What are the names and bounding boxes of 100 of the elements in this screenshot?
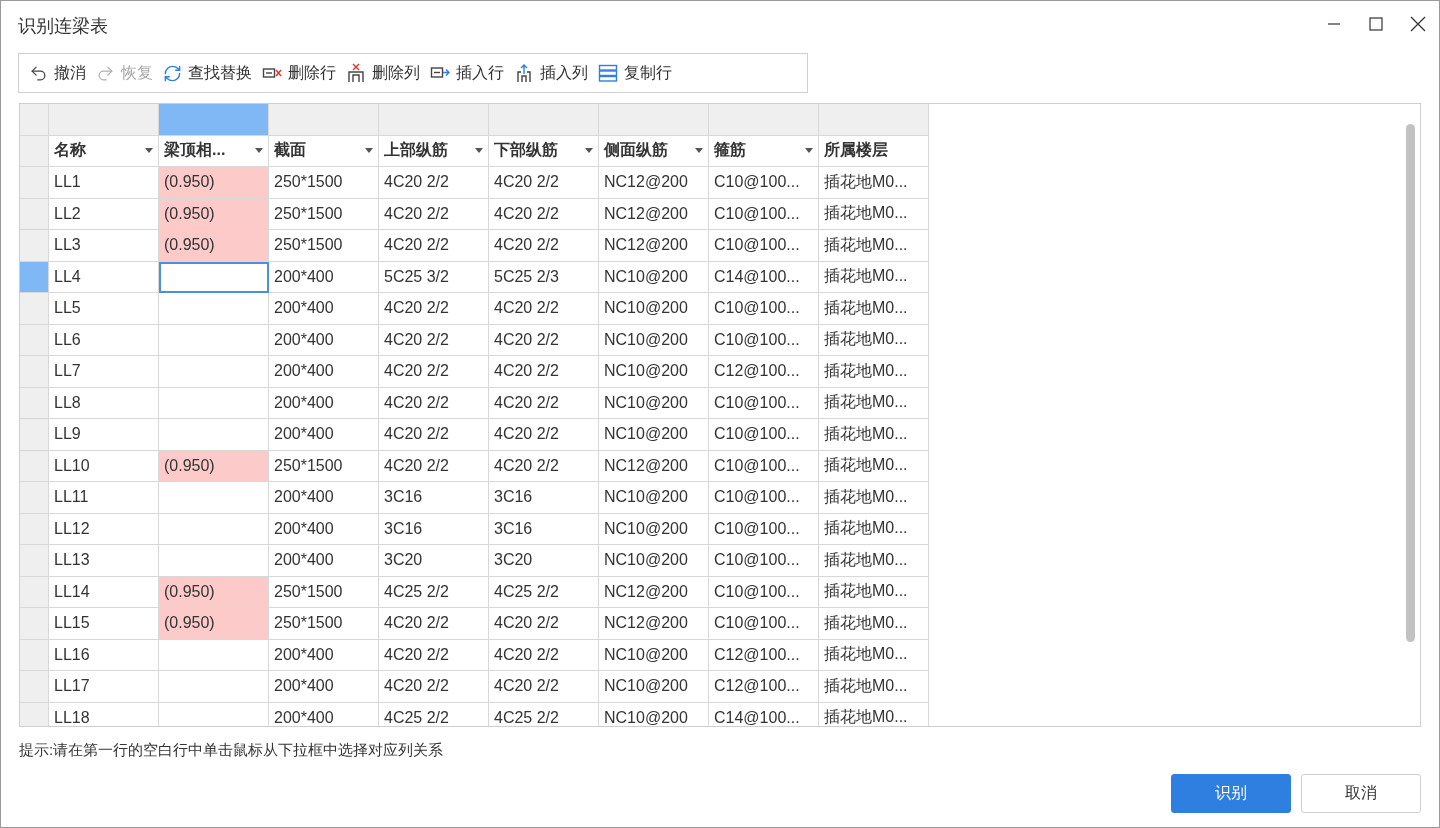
row-header[interactable] <box>20 293 49 325</box>
row-header[interactable] <box>20 482 49 514</box>
table-cell: C10@100... <box>709 513 819 545</box>
row-header[interactable] <box>20 419 49 451</box>
table-cell: NC10@200 <box>599 639 709 671</box>
table-cell: 4C20 2/2 <box>379 167 489 199</box>
table-cell: NC10@200 <box>599 419 709 451</box>
column-header[interactable]: 名称 <box>49 135 159 167</box>
table-cell: 4C20 2/2 <box>489 230 599 262</box>
table-cell: 4C20 2/2 <box>489 639 599 671</box>
toolbar-button[interactable]: 撤消 <box>25 58 90 88</box>
table-cell: LL9 <box>49 419 159 451</box>
table-cell: 200*400 <box>269 513 379 545</box>
toolbar-button[interactable]: 插入列 <box>510 58 592 88</box>
column-selector[interactable] <box>379 104 489 136</box>
table-cell: 3C16 <box>489 482 599 514</box>
scrollbar-thumb[interactable] <box>1406 124 1415 642</box>
table-cell: C12@100... <box>709 639 819 671</box>
row-header[interactable] <box>20 671 49 703</box>
table-cell: (0.950) <box>159 230 269 262</box>
toolbar-button[interactable]: 删除列 <box>342 58 424 88</box>
table-cell: 200*400 <box>269 324 379 356</box>
row-header[interactable] <box>20 608 49 640</box>
toolbar-button[interactable]: 查找替换 <box>159 58 256 88</box>
table-cell: 200*400 <box>269 261 379 293</box>
copy-row-icon <box>598 63 618 83</box>
table-cell: 4C20 2/2 <box>489 608 599 640</box>
table-cell: C10@100... <box>709 419 819 451</box>
table-cell: NC12@200 <box>599 450 709 482</box>
table-cell: 250*1500 <box>269 450 379 482</box>
column-header[interactable]: 截面 <box>269 135 379 167</box>
table-cell: 4C20 2/2 <box>489 167 599 199</box>
toolbar-button[interactable]: 删除行 <box>258 58 340 88</box>
table-cell: NC10@200 <box>599 513 709 545</box>
table-cell: NC12@200 <box>599 576 709 608</box>
table-cell: LL10 <box>49 450 159 482</box>
row-header[interactable] <box>20 702 49 726</box>
table-cell: (0.950) <box>159 450 269 482</box>
table-cell: 插花地M0... <box>819 230 929 262</box>
confirm-button[interactable]: 识别 <box>1171 774 1291 813</box>
table-cell: NC10@200 <box>599 261 709 293</box>
row-header[interactable] <box>20 576 49 608</box>
table-cell: 插花地M0... <box>819 356 929 388</box>
column-header[interactable]: 上部纵筋 <box>379 135 489 167</box>
toolbar-button[interactable]: 复制行 <box>594 58 676 88</box>
column-selector[interactable] <box>599 104 709 136</box>
window-title: 识别连梁表 <box>18 15 109 38</box>
cancel-button[interactable]: 取消 <box>1301 774 1421 813</box>
row-header[interactable] <box>20 450 49 482</box>
table-cell: 4C20 2/2 <box>379 450 489 482</box>
row-header[interactable] <box>20 167 49 199</box>
row-header[interactable] <box>20 387 49 419</box>
table-cell: (0.950) <box>159 167 269 199</box>
column-selector[interactable] <box>269 104 379 136</box>
table-cell: C10@100... <box>709 167 819 199</box>
column-selector[interactable] <box>489 104 599 136</box>
table-cell: 插花地M0... <box>819 261 929 293</box>
table-cell: (0.950) <box>159 576 269 608</box>
column-selector[interactable] <box>49 104 159 136</box>
table-cell: 插花地M0... <box>819 324 929 356</box>
column-selector[interactable] <box>709 104 819 136</box>
column-selector[interactable] <box>159 104 269 136</box>
table-cell: NC12@200 <box>599 608 709 640</box>
table-cell: 4C20 2/2 <box>489 450 599 482</box>
table-cell: 200*400 <box>269 419 379 451</box>
column-header[interactable]: 下部纵筋 <box>489 135 599 167</box>
row-header[interactable] <box>20 261 49 293</box>
table-cell: 4C20 2/2 <box>489 324 599 356</box>
table-cell: 插花地M0... <box>819 293 929 325</box>
table-cell: 4C20 2/2 <box>379 608 489 640</box>
column-header[interactable]: 梁顶相... <box>159 135 269 167</box>
table-cell: C10@100... <box>709 450 819 482</box>
table-cell: LL12 <box>49 513 159 545</box>
table-cell: 4C20 2/2 <box>379 324 489 356</box>
minimize-icon <box>1327 23 1341 25</box>
row-header[interactable] <box>20 545 49 577</box>
table-cell: 200*400 <box>269 387 379 419</box>
table-cell: 250*1500 <box>269 198 379 230</box>
insert-column-icon <box>514 63 534 83</box>
table-cell: LL3 <box>49 230 159 262</box>
column-header[interactable]: 侧面纵筋 <box>599 135 709 167</box>
table-cell: 200*400 <box>269 639 379 671</box>
table-cell: 200*400 <box>269 293 379 325</box>
table-cell: 3C16 <box>379 513 489 545</box>
column-selector[interactable] <box>819 104 929 136</box>
table-cell: 插花地M0... <box>819 513 929 545</box>
table-cell: 250*1500 <box>269 167 379 199</box>
row-header[interactable] <box>20 639 49 671</box>
table-cell: 4C20 2/2 <box>489 419 599 451</box>
row-header[interactable] <box>20 356 49 388</box>
table-cell: 3C20 <box>379 545 489 577</box>
column-header[interactable]: 箍筋 <box>709 135 819 167</box>
table-cell: NC10@200 <box>599 671 709 703</box>
row-header[interactable] <box>20 230 49 262</box>
row-header[interactable] <box>20 513 49 545</box>
row-header[interactable] <box>20 324 49 356</box>
table-cell: (0.950) <box>159 608 269 640</box>
column-header[interactable]: 所属楼层 <box>819 135 929 167</box>
row-header[interactable] <box>20 198 49 230</box>
toolbar-button[interactable]: 插入行 <box>426 58 508 88</box>
